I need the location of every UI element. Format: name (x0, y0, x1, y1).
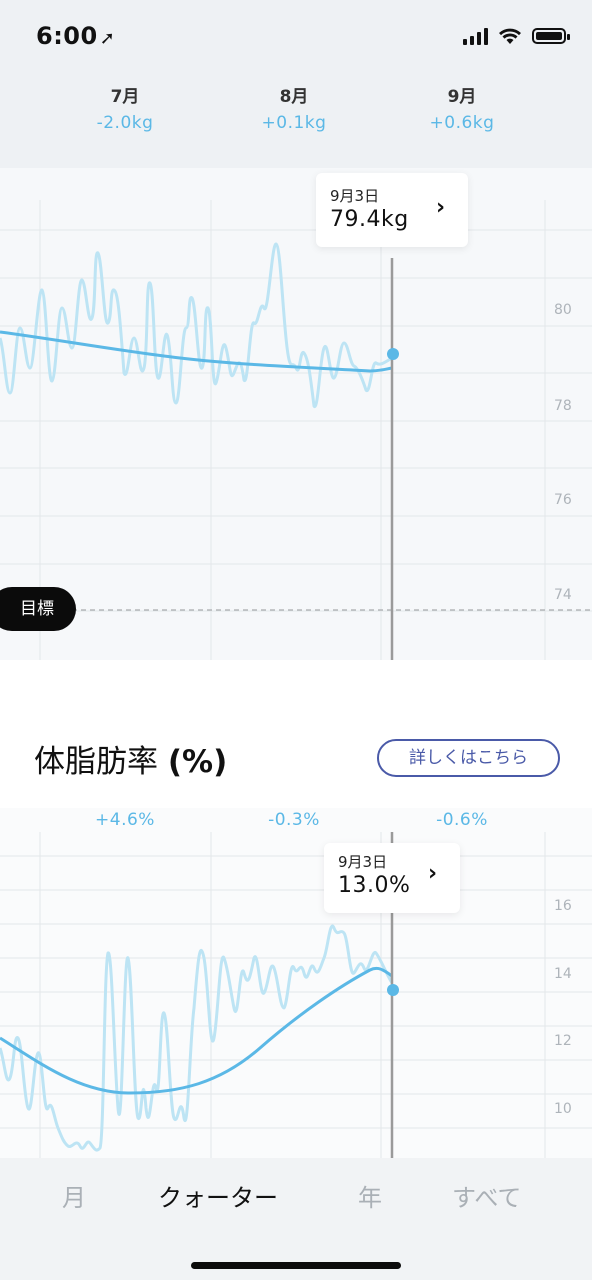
tooltip-date: 9月3日 (338, 853, 388, 871)
time-text: 6:00 (36, 22, 98, 50)
month-delta: +0.1kg (261, 113, 327, 133)
body-fat-chart[interactable]: 16 14 12 10 (0, 808, 592, 1158)
body-fat-current-point[interactable] (387, 984, 399, 996)
y-tick-14: 14 (554, 966, 572, 982)
tab-month[interactable]: 月 (62, 1178, 86, 1213)
weight-raw-line (0, 242, 393, 408)
status-time: 6:00 ➚ (36, 22, 115, 50)
body-fat-delta-aug[interactable]: -0.3% (214, 810, 374, 830)
y-tick-76: 76 (554, 492, 572, 508)
y-tick-10: 10 (554, 1101, 572, 1117)
weight-month-summary: 7月 -2.0kg 8月 +0.1kg 9月 +0.6kg (0, 70, 592, 168)
month-summary-aug[interactable]: 8月 +0.1kg (214, 82, 374, 133)
month-summary-sep[interactable]: 9月 +0.6kg (382, 82, 542, 133)
y-tick-16: 16 (554, 898, 572, 914)
signal-icon (463, 27, 488, 45)
tab-year[interactable]: 年 (358, 1178, 382, 1213)
month-label: 9月 (447, 87, 477, 107)
chevron-right-icon: › (436, 195, 446, 220)
month-label: 7月 (110, 87, 140, 107)
y-tick-12: 12 (554, 1033, 572, 1049)
tooltip-value: 79.4kg (330, 207, 409, 232)
section-title-text: 体脂肪率 (34, 744, 158, 780)
weight-chart-plot[interactable]: 80 78 76 74 (0, 168, 592, 660)
weight-chart[interactable]: 80 78 76 74 (0, 168, 592, 660)
weight-current-point[interactable] (387, 348, 399, 360)
battery-icon (532, 28, 570, 44)
body-fat-title: 体脂肪率 (%) (34, 736, 227, 781)
body-fat-chart-plot[interactable]: 16 14 12 10 (0, 808, 592, 1158)
body-fat-raw-line (0, 924, 394, 1152)
body-fat-tooltip[interactable]: 9月3日 13.0% › (324, 843, 460, 913)
weight-tooltip[interactable]: 9月3日 79.4kg › (316, 173, 468, 247)
status-icons (463, 24, 570, 48)
weight-chart-gridlines (0, 200, 592, 660)
location-arrow-icon: ➚ (99, 28, 116, 49)
y-tick-80: 80 (554, 302, 572, 318)
body-fat-delta-sep[interactable]: -0.6% (382, 810, 542, 830)
month-delta: +0.6kg (429, 113, 495, 133)
status-bar: 6:00 ➚ (0, 0, 592, 70)
goal-label-pill: 目標 (0, 587, 76, 631)
month-delta: -2.0kg (96, 113, 154, 133)
tab-quarter[interactable]: クォーター (158, 1178, 278, 1213)
tab-all[interactable]: すべて (452, 1178, 521, 1213)
tooltip-date: 9月3日 (330, 187, 380, 205)
wifi-icon (499, 28, 521, 44)
chevron-right-icon: › (428, 861, 438, 886)
body-fat-chart-gridlines (0, 832, 592, 1158)
home-indicator[interactable] (191, 1262, 401, 1269)
details-button[interactable]: 詳しくはこちら (377, 739, 560, 777)
y-tick-74: 74 (554, 587, 572, 603)
tooltip-value: 13.0% (338, 873, 411, 898)
section-title-unit: (%) (167, 744, 228, 780)
month-summary-jul[interactable]: 7月 -2.0kg (45, 82, 205, 133)
body-fat-delta-jul[interactable]: +4.6% (45, 810, 205, 830)
y-tick-78: 78 (554, 398, 572, 414)
month-label: 8月 (279, 87, 309, 107)
